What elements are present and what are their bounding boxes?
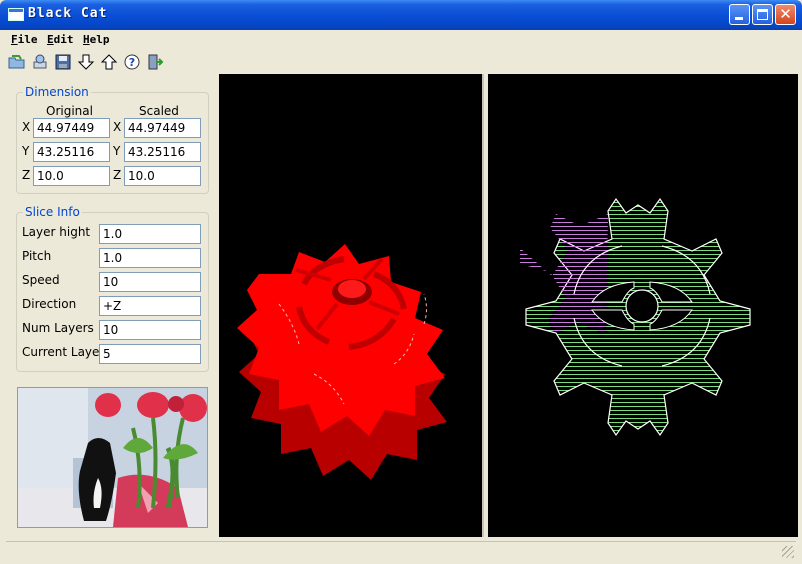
layer-hight-label: Layer hight [22,225,91,239]
scaled-y-field[interactable]: 43.25116 [124,142,201,162]
original-y-label: Y [22,144,30,158]
menu-edit[interactable]: Edit [47,33,74,46]
maximize-button[interactable] [752,4,773,25]
original-z-field[interactable]: 10.0 [33,166,110,186]
original-label: Original [46,104,93,118]
num-layers-field[interactable]: 10 [99,320,201,340]
menu-file[interactable]: File [11,33,38,46]
cat-photo [17,387,208,528]
menu-bar: File Edit Help [0,30,802,49]
current-layer-label: Current Layer [22,345,105,359]
original-x-label: X [22,120,31,134]
arrow-up-icon[interactable] [100,53,118,71]
speed-label: Speed [22,273,60,287]
help-icon[interactable]: ? [123,53,141,71]
svg-text:?: ? [129,56,135,69]
model-3d-view[interactable] [219,74,484,537]
current-layer-field[interactable]: 5 [99,344,201,364]
resize-grip[interactable] [782,546,794,558]
minimize-button[interactable] [729,4,750,25]
status-bar [6,541,796,560]
speed-field[interactable]: 10 [99,272,201,292]
app-icon [8,8,24,21]
direction-label: Direction [22,297,77,311]
maximize-icon [757,9,768,20]
scaled-z-label: Z [113,168,122,182]
scaled-z-field[interactable]: 10.0 [124,166,201,186]
original-z-label: Z [22,168,31,182]
menu-help[interactable]: Help [83,33,110,46]
save-icon[interactable] [54,53,72,71]
slice-info-title: Slice Info [23,205,82,219]
close-icon: ✕ [779,5,792,23]
original-y-field[interactable]: 43.25116 [33,142,110,162]
pitch-label: Pitch [22,249,52,263]
original-x-field[interactable]: 44.97449 [33,118,110,138]
scaled-y-label: Y [113,144,121,158]
close-button[interactable]: ✕ [775,4,796,25]
num-layers-label: Num Layers [22,321,94,335]
app-window: Black Cat ✕ File Edit Help ? Dimension O… [0,0,802,564]
direction-field[interactable]: +Z [99,296,201,316]
scaled-x-label: X [113,120,122,134]
window-title: Black Cat [28,6,108,21]
layer-hight-field[interactable]: 1.0 [99,224,201,244]
minimize-icon [735,17,743,20]
exit-icon[interactable] [146,53,164,71]
arrow-down-icon[interactable] [77,53,95,71]
scan-icon[interactable] [31,53,49,71]
open-icon[interactable] [8,53,26,71]
scaled-x-field[interactable]: 44.97449 [124,118,201,138]
slice-2d-view[interactable] [488,74,798,537]
dimension-title: Dimension [23,85,91,99]
gear-3d-model [237,244,447,480]
pitch-field[interactable]: 1.0 [99,248,201,268]
title-bar[interactable]: Black Cat ✕ [0,0,802,30]
scaled-label: Scaled [139,104,179,118]
toolbar: ? [0,50,802,72]
gear-slice-outline [520,197,751,437]
